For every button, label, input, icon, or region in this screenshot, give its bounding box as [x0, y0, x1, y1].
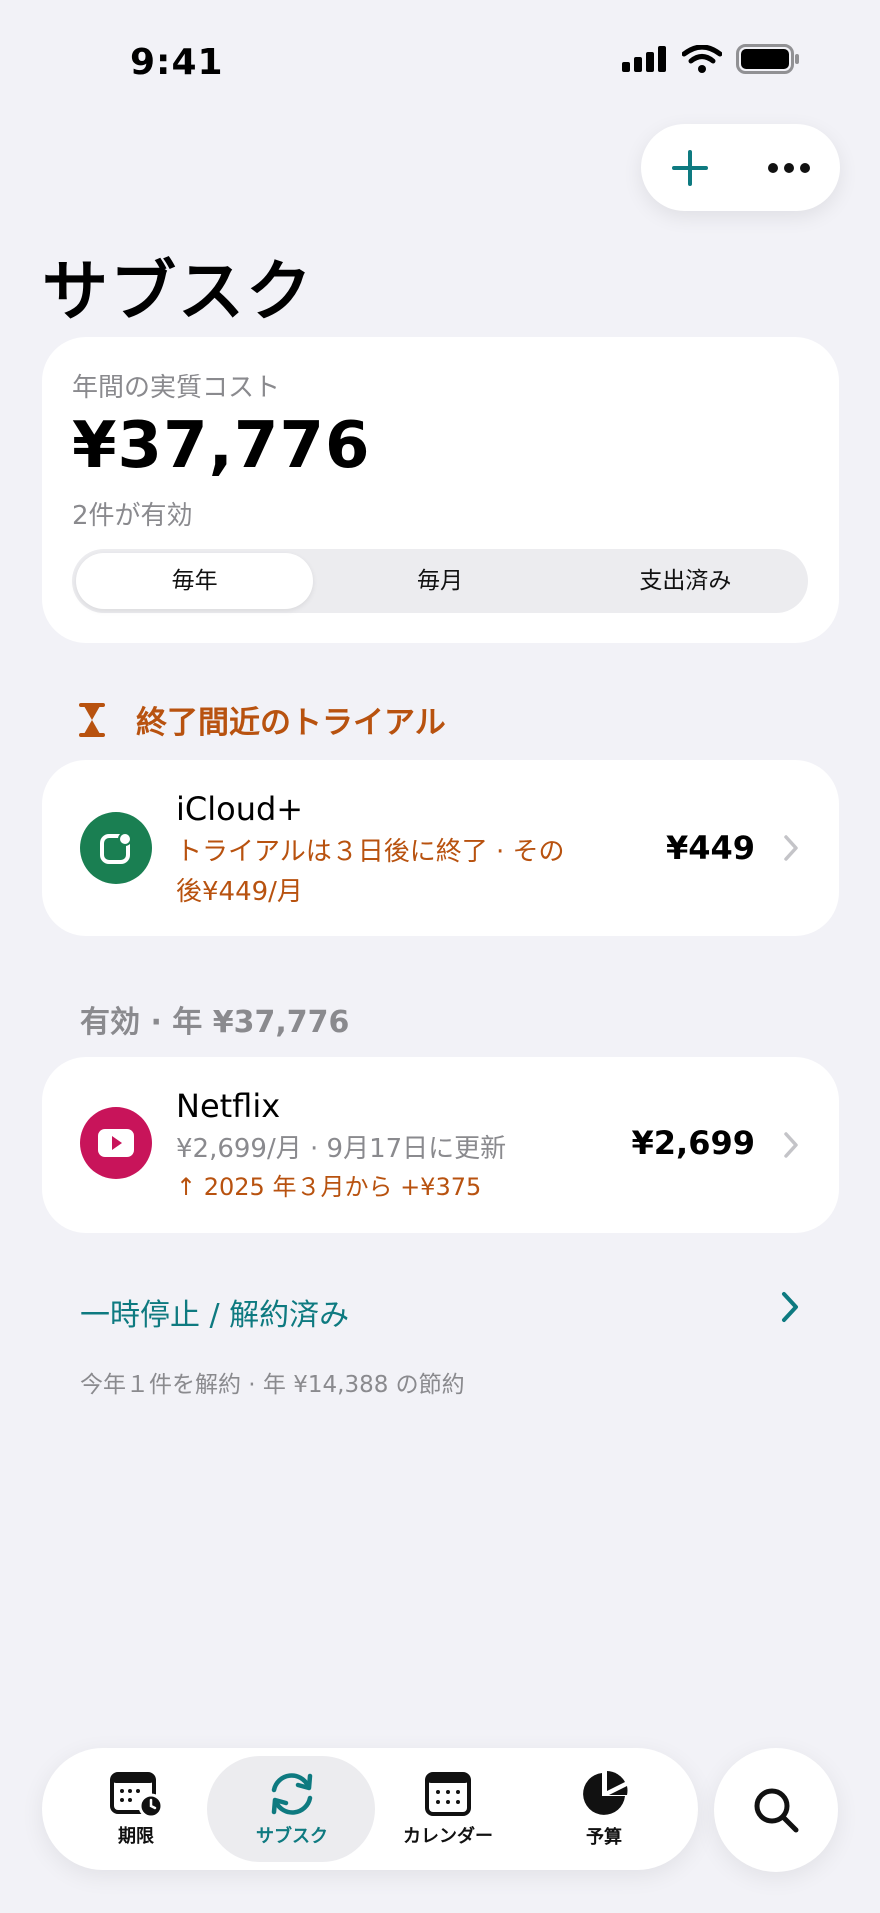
price-increase-note: ↑ 2025 年３月から +¥375	[176, 1173, 482, 1201]
paused-cancelled-link[interactable]: 一時停止 / 解約済み	[80, 1290, 349, 1334]
more-icon[interactable]	[767, 162, 811, 174]
trial-detail: トライアルは３日後に終了 · その 後¥449/月	[176, 832, 565, 912]
annual-cost-label: 年間の実質コスト	[72, 373, 281, 403]
calendar-icon	[425, 1772, 471, 1816]
savings-note: 今年１件を解約 · 年 ¥14,388 の節約	[80, 1372, 465, 1398]
subscription-row-icloud[interactable]: iCloud+ トライアルは３日後に終了 · その 後¥449/月 ¥449	[42, 760, 839, 936]
tab-label: 予算	[586, 1827, 622, 1848]
trial-section-title: 終了間近のトライアル	[136, 705, 446, 741]
active-count: 2件が有効	[72, 501, 193, 531]
subscription-name: Netflix	[176, 1087, 281, 1125]
trial-detail-line1: トライアルは３日後に終了 · その	[176, 837, 565, 867]
tab-budget[interactable]: 予算	[524, 1748, 684, 1870]
annual-cost-value: ¥37,776	[72, 409, 371, 483]
battery-icon	[736, 44, 799, 74]
chevron-right-icon	[784, 1132, 798, 1158]
cellular-signal-icon	[622, 46, 666, 72]
sync-icon	[271, 1773, 313, 1815]
subscription-name: iCloud+	[176, 790, 304, 828]
active-section-header: 有効 · 年 ¥37,776	[80, 1005, 350, 1040]
chevron-right-icon	[784, 835, 798, 861]
period-segmented-control: 毎年 毎月 支出済み	[72, 549, 808, 613]
tab-calendar[interactable]: カレンダー	[368, 1748, 528, 1870]
chevron-right-icon[interactable]	[780, 1290, 800, 1324]
segment-spent[interactable]: 支出済み	[567, 553, 804, 609]
hourglass-icon	[79, 702, 105, 737]
trial-section-header: 終了間近のトライアル	[78, 697, 446, 742]
trial-detail-line2: 後¥449/月	[176, 877, 303, 907]
calendar-clock-icon	[110, 1772, 164, 1818]
subscription-row-netflix[interactable]: Netflix ¥2,699/月 · 9月17日に更新 ↑ 2025 年３月から…	[42, 1057, 839, 1233]
annual-cost-card: 年間の実質コスト ¥37,776 2件が有効 毎年 毎月 支出済み	[42, 337, 839, 643]
icloud-app-icon	[80, 812, 152, 884]
pie-chart-icon	[583, 1771, 628, 1815]
segment-yearly[interactable]: 毎年	[76, 553, 314, 609]
tab-subscriptions[interactable]: サブスク	[212, 1748, 372, 1870]
tab-label: サブスク	[256, 1826, 328, 1847]
segment-monthly[interactable]: 毎月	[321, 553, 558, 609]
status-icons	[622, 44, 800, 74]
tab-bar: 期限 サブスク カレンダー 予算	[42, 1748, 698, 1870]
top-actions	[641, 124, 840, 211]
renewal-detail: ¥2,699/月 · 9月17日に更新	[176, 1134, 507, 1164]
tab-deadlines[interactable]: 期限	[56, 1748, 216, 1870]
netflix-app-icon	[80, 1107, 152, 1179]
search-button[interactable]	[714, 1748, 838, 1872]
search-icon	[754, 1788, 799, 1833]
subscription-price: ¥449	[665, 829, 755, 867]
status-time: 9:41	[130, 42, 224, 83]
wifi-icon	[682, 45, 722, 73]
subscription-price: ¥2,699	[631, 1124, 755, 1162]
tab-label: 期限	[118, 1826, 154, 1847]
page-title: サブスク	[42, 253, 314, 330]
add-icon[interactable]	[670, 148, 710, 188]
tab-label: カレンダー	[403, 1826, 493, 1847]
